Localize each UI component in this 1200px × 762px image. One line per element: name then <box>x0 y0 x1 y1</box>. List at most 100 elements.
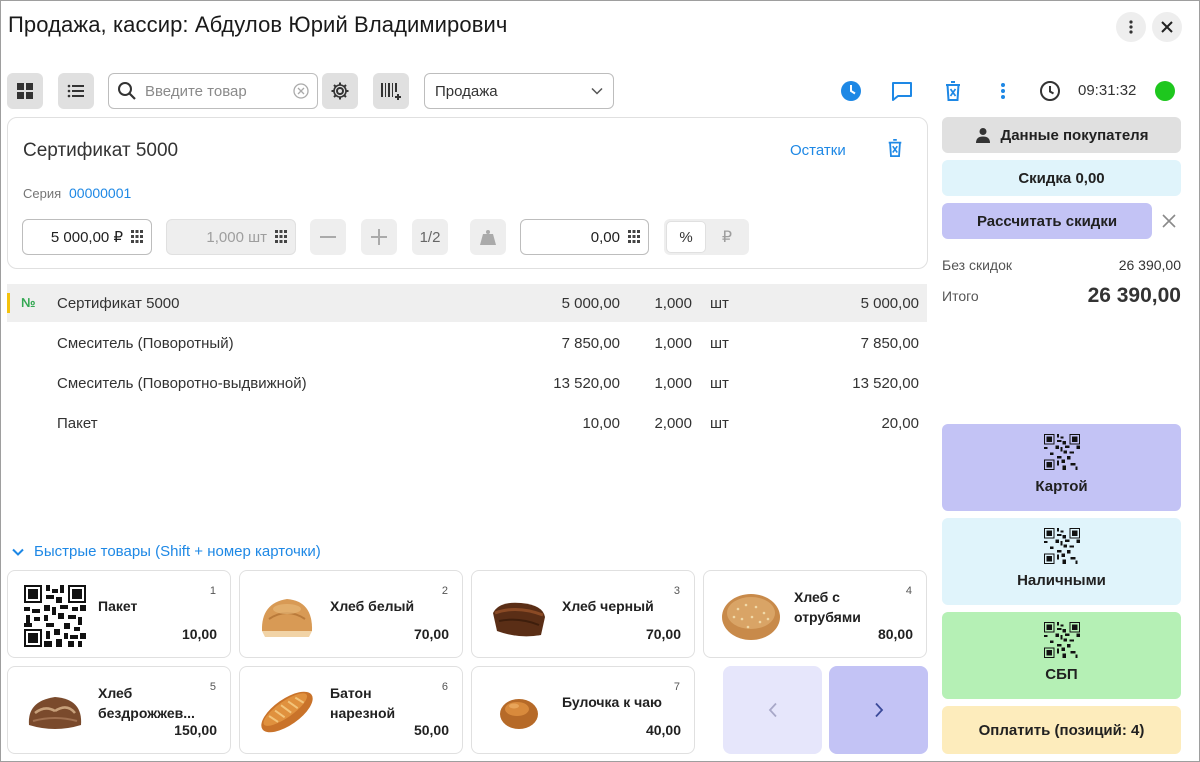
discount-type-toggle: % ₽ <box>664 219 749 255</box>
quick-item-index: 7 <box>673 681 680 693</box>
stock-link[interactable]: Остатки <box>790 142 846 159</box>
chevron-left-icon <box>768 702 777 718</box>
quick-item-price: 50,00 <box>413 722 449 738</box>
chevron-down-icon <box>12 548 24 556</box>
delete-item-button[interactable] <box>886 138 904 161</box>
row-name: Смеситель (Поворотный) <box>57 335 234 352</box>
quick-item-index: 4 <box>905 585 912 597</box>
quick-item-index: 5 <box>209 681 216 693</box>
decrease-quantity-button[interactable] <box>310 219 346 255</box>
row-total: 13 520,00 <box>852 375 919 392</box>
quick-item-price: 10,00 <box>181 626 217 642</box>
barcode-button[interactable] <box>373 73 409 109</box>
table-row[interactable]: № Сертификат 5000 5 000,00 1,000 шт 5 00… <box>7 284 927 322</box>
row-qty: 1,000 <box>654 335 692 352</box>
clear-check-button[interactable] <box>941 79 965 103</box>
chevron-right-icon <box>874 702 883 718</box>
close-icon <box>1162 214 1176 228</box>
clock-filled-icon <box>841 81 861 101</box>
serie-label: Серия <box>23 186 62 201</box>
clock-icon-wrap <box>1038 79 1062 103</box>
next-page-button[interactable] <box>829 666 928 754</box>
pay-cash-button[interactable]: Наличными <box>942 518 1181 605</box>
pay-sbp-button[interactable]: СБП <box>942 612 1181 699</box>
more-vert-icon <box>1001 83 1005 99</box>
weight-button[interactable] <box>470 219 506 255</box>
discount-button[interactable]: Скидка 0,00 <box>942 160 1181 196</box>
table-row[interactable]: Смеситель (Поворотно-выдвижной) 13 520,0… <box>7 364 927 402</box>
connection-status-indicator <box>1155 81 1175 101</box>
row-name: Сертификат 5000 <box>57 295 180 312</box>
product-search[interactable] <box>108 73 318 109</box>
discount-field[interactable]: 0,00 <box>520 219 649 255</box>
quick-item-price: 70,00 <box>413 626 449 642</box>
quick-goods-toggle[interactable]: Быстрые товары (Shift + номер карточки) <box>12 543 321 560</box>
quick-item-index: 1 <box>209 585 216 597</box>
pay-card-label: Картой <box>1035 478 1088 495</box>
table-row[interactable]: Пакет 10,00 2,000 шт 20,00 <box>7 404 927 442</box>
comment-icon <box>892 82 912 101</box>
quick-item-card[interactable]: Хлеб с отрубями 4 80,00 <box>703 570 927 658</box>
table-row[interactable]: Смеситель (Поворотный) 7 850,00 1,000 шт… <box>7 324 927 362</box>
clear-search-icon[interactable] <box>293 83 309 99</box>
current-item-card: Сертификат 5000 Остатки Серия 00000001 5… <box>7 117 928 269</box>
quick-item-card[interactable]: Хлеб черный 3 70,00 <box>471 570 695 658</box>
close-button[interactable] <box>1152 12 1182 42</box>
customer-data-button[interactable]: Данные покупателя <box>942 117 1181 153</box>
more-vert-icon <box>1129 20 1133 34</box>
percent-option[interactable]: % <box>666 221 706 253</box>
white-bread-image <box>254 583 320 649</box>
pay-card-button[interactable]: Картой <box>942 424 1181 511</box>
pay-all-button[interactable]: Оплатить (позиций: 4) <box>942 706 1181 754</box>
settings-button[interactable] <box>322 73 358 109</box>
comment-button[interactable] <box>890 79 914 103</box>
discount-label: Скидка 0,00 <box>1018 169 1105 187</box>
half-quantity-button[interactable]: 1/2 <box>412 219 448 255</box>
quick-item-card[interactable]: Батон нарезной 6 50,00 <box>239 666 463 754</box>
prev-page-button[interactable] <box>723 666 822 754</box>
quick-item-name: Хлеб с отрубями <box>794 589 861 625</box>
deferred-checks-button[interactable] <box>839 79 863 103</box>
quick-item-card[interactable]: Пакет 1 10,00 <box>7 570 231 658</box>
quick-item-index: 3 <box>673 585 680 597</box>
keypad-icon <box>628 230 640 243</box>
toolbar-more-button[interactable] <box>991 79 1015 103</box>
row-price: 10,00 <box>582 415 620 432</box>
grid-view-button[interactable] <box>7 73 43 109</box>
search-icon <box>118 82 136 100</box>
qr-code-icon <box>22 583 88 649</box>
person-icon <box>975 128 990 143</box>
quick-item-card[interactable]: Хлеб белый 2 70,00 <box>239 570 463 658</box>
pay-sbp-label: СБП <box>1045 666 1078 683</box>
total-label: Итого <box>942 288 979 304</box>
row-price: 13 520,00 <box>553 375 620 392</box>
quick-item-card[interactable]: Булочка к чаю 7 40,00 <box>471 666 695 754</box>
row-unit: шт <box>710 415 729 432</box>
increase-quantity-button[interactable] <box>361 219 397 255</box>
serie-value[interactable]: 00000001 <box>69 185 131 201</box>
quick-item-card[interactable]: Хлеб бездрожжев... 5 150,00 <box>7 666 231 754</box>
list-view-icon <box>67 84 84 98</box>
pay-all-label: Оплатить (позиций: 4) <box>978 721 1145 739</box>
mode-select[interactable]: Продажа <box>424 73 614 109</box>
row-unit: шт <box>710 375 729 392</box>
no-discount-value: 26 390,00 <box>1118 257 1181 273</box>
row-unit: шт <box>710 295 729 312</box>
qr-code-icon <box>1043 528 1080 564</box>
customer-data-label: Данные покупателя <box>1000 126 1149 144</box>
selected-row-marker <box>7 293 10 313</box>
quick-goods-header: Быстрые товары (Shift + номер карточки) <box>34 543 321 560</box>
quick-item-price: 150,00 <box>174 722 217 738</box>
more-menu-button[interactable] <box>1116 12 1146 42</box>
row-qty: 1,000 <box>654 295 692 312</box>
mode-select-value: Продажа <box>435 82 498 100</box>
loaf-image <box>254 679 320 745</box>
search-input[interactable] <box>145 82 285 100</box>
cancel-discounts-button[interactable] <box>1161 213 1177 232</box>
calculate-discounts-button[interactable]: Рассчитать скидки <box>942 203 1152 239</box>
ruble-option[interactable]: ₽ <box>706 227 748 247</box>
quick-item-name: Булочка к чаю <box>562 694 662 710</box>
list-view-button[interactable] <box>58 73 94 109</box>
price-field[interactable]: 5 000,00 ₽ <box>22 219 152 255</box>
qr-code-icon <box>1043 622 1080 658</box>
